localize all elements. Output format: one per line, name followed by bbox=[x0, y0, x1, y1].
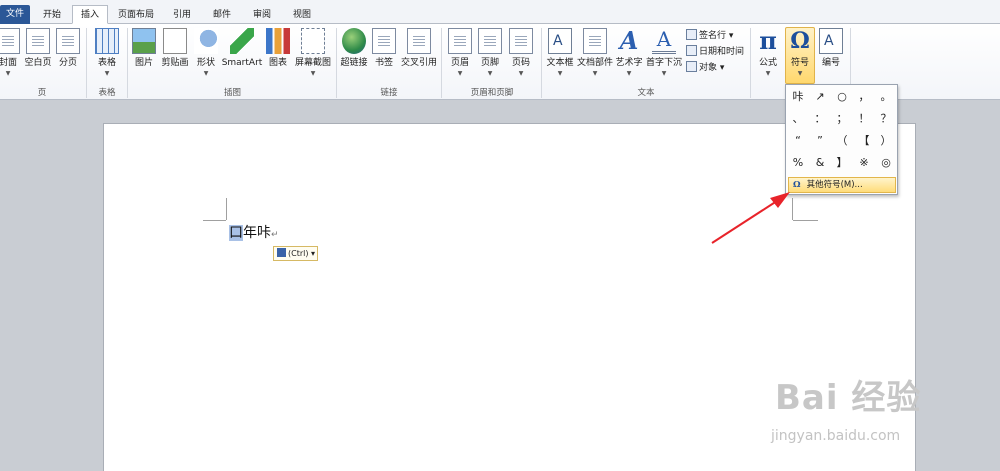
watermark-brand: Bai 经验 bbox=[775, 378, 922, 418]
watermark-url: jingyan.baidu.com bbox=[771, 428, 901, 444]
baidu-watermark: Bai 经验 jingyan.baidu.com bbox=[765, 360, 995, 460]
arrow-head bbox=[770, 192, 790, 208]
arrow-shaft bbox=[711, 198, 781, 244]
